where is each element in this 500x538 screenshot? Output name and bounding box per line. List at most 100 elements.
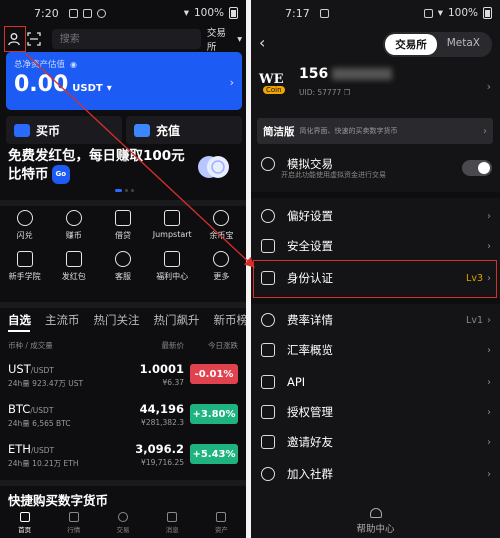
pair-price-cny: ¥6.37 (162, 378, 184, 387)
grid-item-earn[interactable]: 赚币 (49, 210, 98, 241)
menu-item-rates[interactable]: 汇率概览 › (257, 336, 493, 364)
notification-icon (319, 8, 329, 18)
menu-item-security[interactable]: 安全设置 › (257, 232, 493, 260)
search-input[interactable] (51, 29, 201, 49)
nav-home[interactable]: 首页 (0, 512, 49, 538)
chevron-right-icon: › (487, 210, 491, 222)
sim-trade-toggle[interactable] (462, 160, 492, 176)
mode-switch: 交易所 MetaX (383, 32, 492, 57)
market-header-price[interactable]: 最新价 (108, 340, 185, 351)
nav-messages[interactable]: 消息 (148, 512, 197, 538)
profile-header: ‹ 交易所 MetaX (251, 30, 500, 57)
wallet-icon (216, 512, 227, 522)
change-badge[interactable]: -0.01% (190, 364, 238, 384)
pair-price-cny: ¥19,716.25 (141, 458, 184, 467)
grid-item-jumpstart[interactable]: Jumpstart (148, 210, 197, 241)
grid-label: 余币宝 (209, 231, 234, 240)
tab-gainers[interactable]: 热门飙升 (154, 312, 200, 328)
simple-mode-banner[interactable]: 简洁版 简化界面、快速的买卖数字货币 › (257, 118, 493, 144)
pair-base: BTC (8, 402, 31, 416)
menu-item-fees[interactable]: 费率详情 Lv1 › (257, 306, 493, 334)
quickbuy-title[interactable]: 快捷购买数字货币 (8, 490, 108, 509)
api-icon (261, 375, 275, 389)
battery-label: 100% (193, 7, 224, 19)
segment-metax[interactable]: MetaX (437, 34, 490, 55)
market-row[interactable]: UST/USDT 24h量 923.47万 UST 1.0001 ¥6.37 -0… (8, 362, 238, 398)
shield-icon (261, 239, 275, 253)
nav-trade[interactable]: 交易 (98, 512, 147, 538)
change-badge[interactable]: +3.80% (190, 404, 238, 424)
segment-exchange[interactable]: 交易所 (385, 34, 437, 55)
chevron-right-icon: › (487, 468, 491, 480)
simple-mode-desc: 简化界面、快速的买卖数字货币 (299, 127, 398, 135)
redacted-id (332, 68, 393, 80)
simple-mode-title: 简洁版 (263, 125, 295, 138)
pair-price: 1.0001 (139, 362, 184, 376)
back-arrow-icon[interactable]: ‹ (259, 33, 265, 52)
nav-assets[interactable]: 资产 (197, 512, 246, 538)
market-tabs: 自选 主流币 热门关注 热门飙升 新币榜 (8, 312, 246, 328)
menu-item-community[interactable]: 加入社群 › (257, 460, 493, 488)
asset-card[interactable]: 总净资产估值 ◉ 0.00 USDT ▾ › (6, 52, 242, 110)
notification-icon (68, 8, 78, 18)
nav-label: 首页 (18, 526, 32, 534)
scan-icon[interactable] (24, 29, 44, 49)
chevron-right-icon: › (486, 80, 491, 93)
divider (251, 192, 500, 198)
card-icon (14, 123, 30, 137)
grid-item-red-packet[interactable]: 发红包 (49, 251, 98, 282)
grid-item-savings[interactable]: 余币宝 (197, 210, 246, 241)
tab-mainstream[interactable]: 主流币 (45, 312, 80, 328)
sim-trade-desc: 开启此功能使用虚拟资金进行交易 (281, 171, 386, 179)
menu-label: 安全设置 (287, 239, 333, 253)
tab-new[interactable]: 新币榜 (214, 312, 247, 328)
grid-item-support[interactable]: 客服 (98, 251, 147, 282)
share-icon (261, 435, 275, 449)
promo-go-badge[interactable]: Go (51, 165, 71, 184)
buy-crypto-button[interactable]: 买币 (6, 116, 122, 144)
deposit-button[interactable]: 充值 (126, 116, 242, 144)
authorize-icon (261, 405, 275, 419)
eye-icon[interactable]: ◉ (70, 60, 77, 69)
wifi-icon: ▾ (183, 7, 189, 19)
market-row[interactable]: ETH/USDT 24h量 10.21万 ETH 3,096.2 ¥19,716.… (8, 442, 238, 478)
tab-hot[interactable]: 热门关注 (94, 312, 140, 328)
market-header-pair[interactable]: 币种 / 成交量 (8, 340, 108, 351)
nav-markets[interactable]: 行情 (49, 512, 98, 538)
change-badge[interactable]: +5.43% (190, 444, 238, 464)
red-packet-icon (65, 251, 82, 267)
chevron-right-icon: › (487, 344, 491, 356)
menu-item-api[interactable]: API › (257, 368, 493, 396)
grid-item-loan[interactable]: 借贷 (98, 210, 147, 241)
top-bar: 交易所 ▾ (4, 25, 242, 53)
gear-icon (261, 209, 275, 223)
headset-icon (369, 508, 382, 518)
copy-icon[interactable]: ❐ (344, 88, 351, 97)
grid-item-gift[interactable]: 福利中心 (148, 251, 197, 282)
menu-label: 偏好设置 (287, 209, 333, 223)
divider (0, 200, 246, 206)
help-label: 帮助中心 (356, 524, 395, 535)
menu-item-authorization[interactable]: 授权管理 › (257, 398, 493, 426)
menu-item-preferences[interactable]: 偏好设置 › (257, 202, 493, 230)
market-row[interactable]: BTC/USDT 24h量 6,565 BTC 44,196 ¥281,382.3… (8, 402, 238, 438)
exchange-dropdown[interactable]: 交易所 ▾ (207, 25, 242, 53)
grid-item-more[interactable]: 更多 (197, 251, 246, 282)
earn-icon (65, 210, 82, 226)
grid-item-swap[interactable]: 闪兑 (0, 210, 49, 241)
help-center[interactable]: 帮助中心 (251, 508, 500, 535)
market-header-change[interactable]: 今日涨跌 (208, 340, 238, 351)
status-time: 7:17 (285, 6, 310, 20)
menu-label: 费率详情 (287, 313, 333, 327)
nav-label: 交易 (116, 526, 130, 534)
carousel-dots (115, 189, 134, 192)
profile-card[interactable]: WE Coin 156 UID: 57777 ❐ › (259, 66, 495, 106)
gift-icon (164, 251, 181, 267)
wifi-icon: ▾ (437, 7, 443, 19)
asset-unit[interactable]: USDT (72, 83, 102, 94)
grid-label: 赚币 (65, 231, 82, 240)
home-icon (19, 512, 30, 522)
tab-favorites[interactable]: 自选 (8, 312, 31, 328)
grid-item-academy[interactable]: 新手学院 (0, 251, 49, 282)
menu-item-invite[interactable]: 邀请好友 › (257, 428, 493, 456)
